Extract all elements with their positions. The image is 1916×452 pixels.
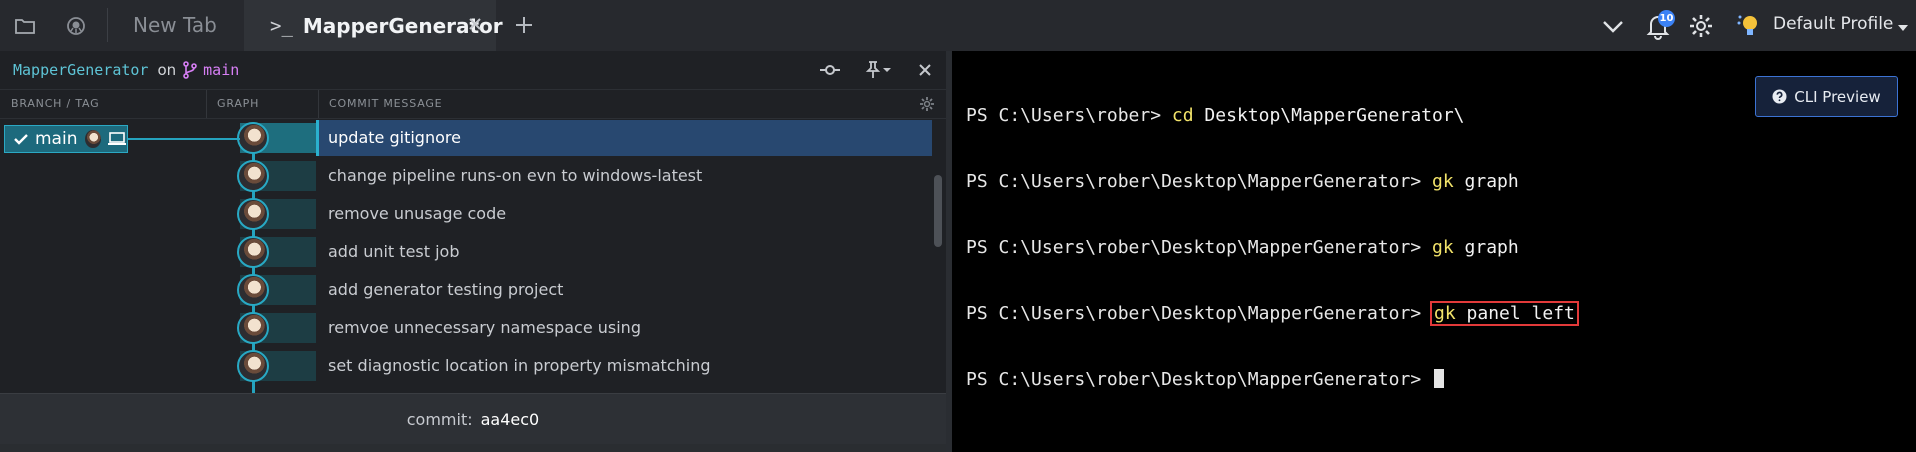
table-row[interactable]: add generator testing project bbox=[0, 271, 932, 309]
commit-message: remvoe unnecessary namespace using bbox=[328, 318, 641, 337]
laptop-icon bbox=[107, 131, 127, 147]
column-header: BRANCH / TAG GRAPH COMMIT MESSAGE bbox=[0, 89, 946, 119]
commit-message: add generator testing project bbox=[328, 280, 564, 299]
notification-badge: 10 bbox=[1658, 10, 1675, 27]
terminal-command: cd bbox=[1171, 105, 1194, 126]
folder-icon[interactable] bbox=[13, 14, 37, 38]
panel-footer bbox=[0, 444, 946, 452]
pin-icon[interactable] bbox=[864, 60, 891, 80]
cli-preview-label: CLI Preview bbox=[1794, 87, 1881, 106]
table-row[interactable]: change pipeline runs-on evn to windows-l… bbox=[0, 157, 932, 195]
terminal-prompt: PS C:\Users\rober\Desktop\MapperGenerato… bbox=[966, 171, 1432, 192]
terminal-line: PS C:\Users\rober\Desktop\MapperGenerato… bbox=[966, 171, 1577, 193]
commit-graph: update gitignore change pipeline runs-on… bbox=[0, 119, 946, 407]
repo-name[interactable]: MapperGenerator bbox=[13, 61, 148, 79]
terminal-prompt-icon: >_ bbox=[270, 14, 293, 37]
tab-separator bbox=[107, 8, 108, 42]
table-row[interactable]: remove unusage code bbox=[0, 195, 932, 233]
author-avatar bbox=[237, 274, 269, 306]
column-branch-tag[interactable]: BRANCH / TAG bbox=[0, 90, 99, 118]
close-icon[interactable] bbox=[915, 60, 937, 80]
column-settings-gear-icon[interactable] bbox=[919, 96, 935, 112]
author-avatar bbox=[237, 198, 269, 230]
author-avatar bbox=[237, 312, 269, 344]
profile-chevron-down-icon[interactable] bbox=[1896, 19, 1910, 31]
table-row[interactable]: remvoe unnecessary namespace using bbox=[0, 309, 932, 347]
chevron-down-icon[interactable] bbox=[1600, 14, 1626, 38]
commit-graph-icon[interactable] bbox=[819, 60, 841, 80]
tab-new-tab[interactable]: New Tab bbox=[133, 13, 217, 37]
checkmark-icon bbox=[13, 131, 29, 147]
graph-scrollbar[interactable] bbox=[932, 119, 944, 391]
terminal-cursor[interactable] bbox=[1434, 369, 1444, 388]
terminal-line: PS C:\Users\rober\Desktop\MapperGenerato… bbox=[966, 369, 1577, 391]
author-avatar bbox=[237, 160, 269, 192]
profile-selector[interactable]: Default Profile bbox=[1773, 14, 1893, 34]
repo-branch-name[interactable]: main bbox=[203, 61, 239, 79]
author-avatar bbox=[237, 350, 269, 382]
table-row[interactable]: set diagnostic location in property mism… bbox=[0, 347, 932, 385]
commit-message: change pipeline runs-on evn to windows-l… bbox=[328, 166, 703, 185]
commit-sha[interactable]: aa4ec0 bbox=[481, 410, 540, 429]
terminal-prompt: PS C:\Users\rober\Desktop\MapperGenerato… bbox=[966, 369, 1432, 390]
repo-on-text: on bbox=[157, 61, 177, 79]
author-avatar bbox=[85, 130, 101, 148]
column-graph[interactable]: GRAPH bbox=[206, 90, 259, 118]
table-row[interactable]: add unit test job bbox=[0, 233, 932, 271]
close-icon[interactable] bbox=[466, 15, 484, 33]
author-avatar bbox=[237, 236, 269, 268]
terminal-args: graph bbox=[1453, 237, 1519, 258]
terminal-args: Desktop\MapperGenerator\ bbox=[1193, 105, 1465, 126]
commit-graph-panel: MapperGenerator on main BRANCH / TAG GRA… bbox=[0, 51, 946, 452]
terminal-prompt: PS C:\Users\rober\Desktop\MapperGenerato… bbox=[966, 303, 1432, 324]
terminal-prompt: PS C:\Users\rober> bbox=[966, 105, 1172, 126]
gitkraken-icon[interactable] bbox=[64, 14, 88, 38]
lightbulb-icon[interactable] bbox=[1735, 11, 1761, 41]
repo-bar: MapperGenerator on main bbox=[0, 51, 946, 89]
terminal-prompt: PS C:\Users\rober\Desktop\MapperGenerato… bbox=[966, 237, 1432, 258]
commit-summary-bar: commit: aa4ec0 bbox=[0, 393, 946, 444]
terminal-args: graph bbox=[1453, 171, 1519, 192]
scrollbar-thumb[interactable] bbox=[934, 175, 942, 247]
new-tab-plus-icon[interactable] bbox=[513, 14, 535, 36]
branch-icon bbox=[182, 61, 198, 79]
tab-mapper-generator[interactable]: >_ MapperGenerator bbox=[244, 0, 503, 51]
highlighted-command: gk panel left bbox=[1430, 301, 1579, 326]
commit-label: commit: bbox=[406, 409, 473, 429]
tab-bar: New Tab >_ MapperGenerator 10 Default Pr… bbox=[0, 0, 1916, 51]
commit-message: add unit test job bbox=[328, 242, 460, 261]
branch-connector bbox=[128, 138, 240, 140]
commit-message: set diagnostic location in property mism… bbox=[328, 356, 711, 375]
question-circle-icon bbox=[1772, 89, 1787, 104]
cli-preview-button[interactable]: CLI Preview bbox=[1755, 76, 1898, 117]
gear-icon[interactable] bbox=[1688, 13, 1714, 39]
terminal-line: PS C:\Users\rober> cd Desktop\MapperGene… bbox=[966, 105, 1577, 127]
terminal-line: PS C:\Users\rober\Desktop\MapperGenerato… bbox=[966, 301, 1579, 326]
commit-message: remove unusage code bbox=[328, 204, 507, 223]
author-avatar bbox=[237, 122, 269, 154]
terminal-args: panel left bbox=[1455, 303, 1575, 324]
commit-message: update gitignore bbox=[328, 128, 461, 147]
terminal-line: PS C:\Users\rober\Desktop\MapperGenerato… bbox=[966, 237, 1577, 259]
terminal-command: gk bbox=[1432, 171, 1454, 192]
terminal-command: gk bbox=[1432, 237, 1454, 258]
branch-label-text: main bbox=[35, 129, 78, 149]
branch-label-main[interactable]: main bbox=[4, 125, 128, 153]
terminal-output: PS C:\Users\rober> cd Desktop\MapperGene… bbox=[966, 61, 1579, 435]
column-commit-message[interactable]: COMMIT MESSAGE bbox=[318, 90, 442, 118]
terminal-command: gk bbox=[1434, 303, 1456, 324]
